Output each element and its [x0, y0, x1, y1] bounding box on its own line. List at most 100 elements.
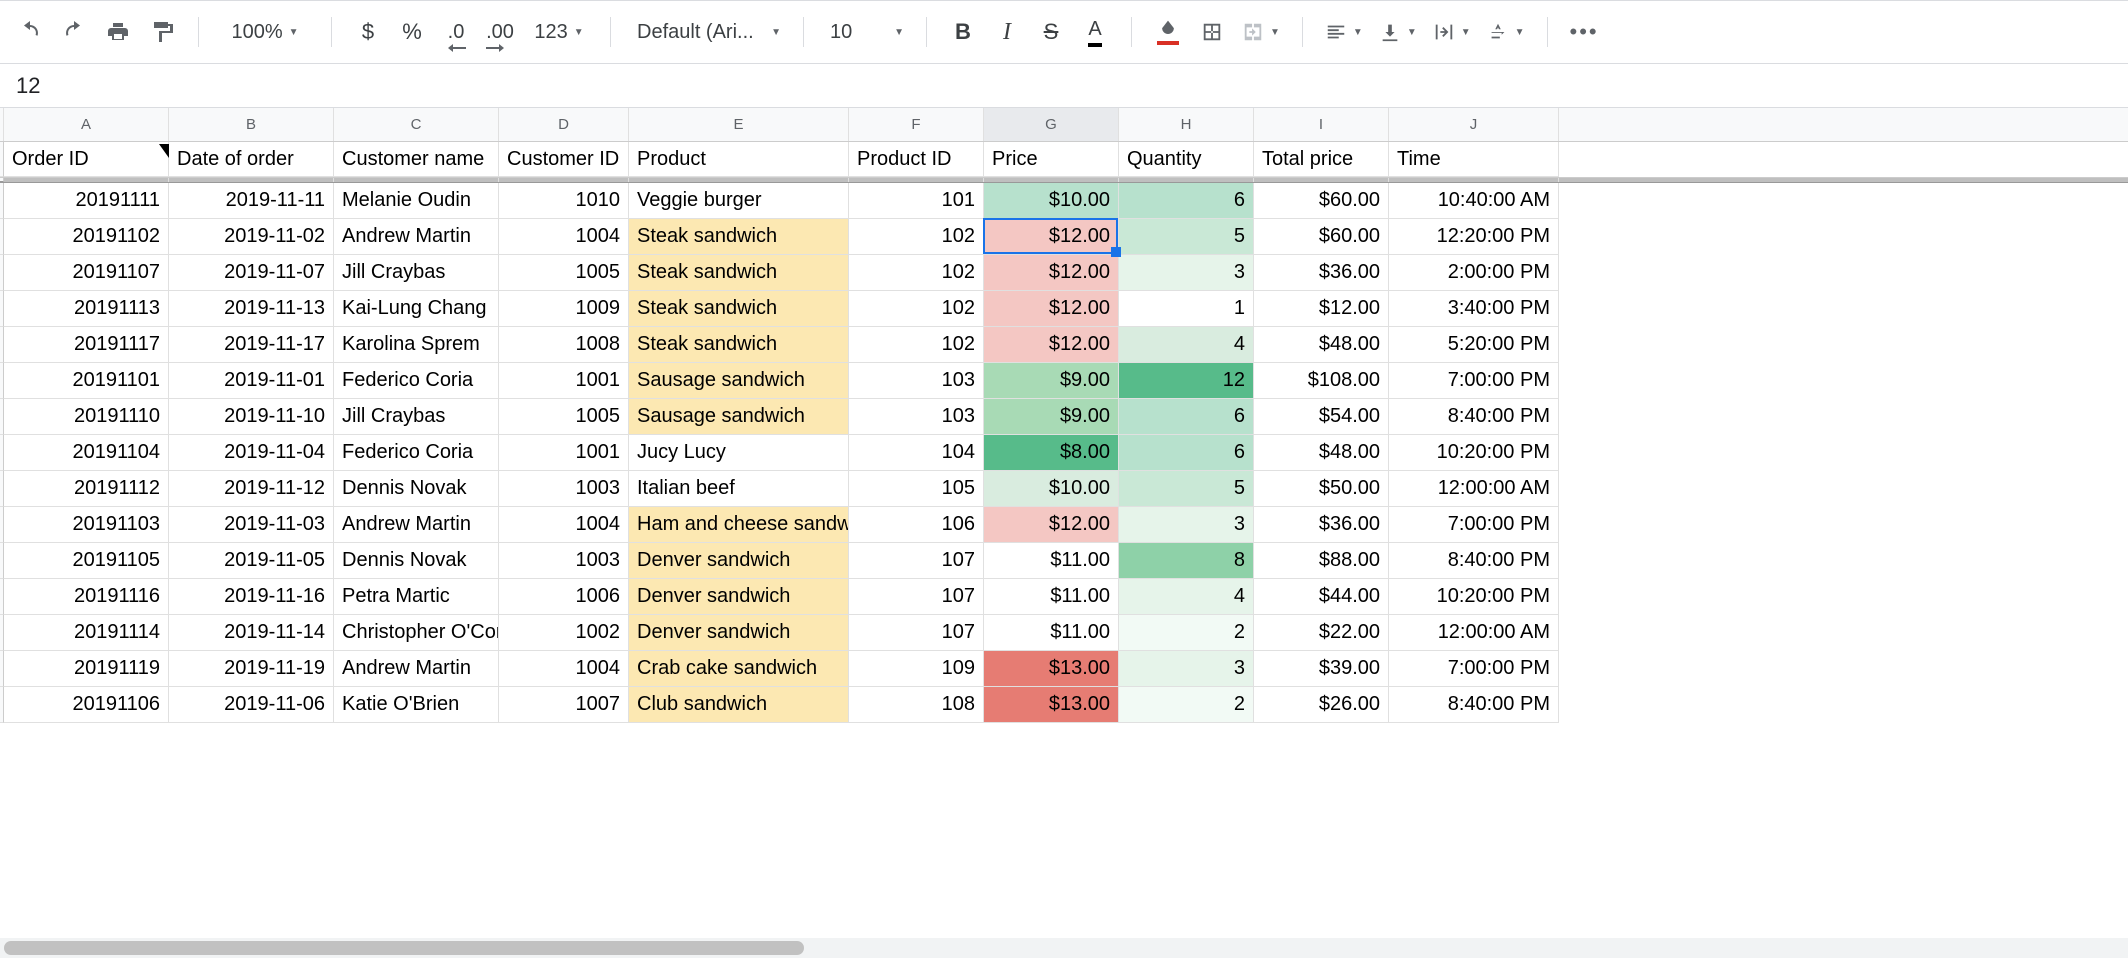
cell[interactable]: 5: [1119, 471, 1254, 507]
cell[interactable]: Steak sandwich: [629, 219, 849, 255]
cell[interactable]: 1004: [499, 219, 629, 255]
cell[interactable]: $44.00: [1254, 579, 1389, 615]
cell[interactable]: 7:00:00 PM: [1389, 651, 1559, 687]
cell[interactable]: 20191102: [4, 219, 169, 255]
table-row[interactable]: 201911032019-11-03Andrew Martin1004Ham a…: [0, 507, 2128, 543]
font-size-select[interactable]: 10 ▼: [820, 12, 910, 52]
cell[interactable]: $12.00: [984, 291, 1119, 327]
table-row[interactable]: 201911142019-11-14Christopher O'Connell1…: [0, 615, 2128, 651]
cell[interactable]: 20191110: [4, 399, 169, 435]
cell[interactable]: 7:00:00 PM: [1389, 363, 1559, 399]
cell[interactable]: $10.00: [984, 183, 1119, 219]
decrease-decimal-button[interactable]: .0: [436, 12, 476, 52]
table-row[interactable]: 201911192019-11-19Andrew Martin1004Crab …: [0, 651, 2128, 687]
cell[interactable]: 2019-11-02: [169, 219, 334, 255]
cell[interactable]: $12.00: [1254, 291, 1389, 327]
column-header-C[interactable]: C: [334, 108, 499, 141]
cell[interactable]: 1008: [499, 327, 629, 363]
cell[interactable]: 2019-11-05: [169, 543, 334, 579]
cell[interactable]: 102: [849, 291, 984, 327]
cell[interactable]: 2019-11-11: [169, 183, 334, 219]
cell[interactable]: 2019-11-13: [169, 291, 334, 327]
filter-indicator-icon[interactable]: [159, 144, 169, 158]
format-currency-button[interactable]: $: [348, 12, 388, 52]
table-row[interactable]: 201911052019-11-05Dennis Novak1003Denver…: [0, 543, 2128, 579]
vertical-align-button[interactable]: ▼: [1373, 12, 1423, 52]
cell[interactable]: Melanie Oudin: [334, 183, 499, 219]
cell[interactable]: $88.00: [1254, 543, 1389, 579]
cell[interactable]: 4: [1119, 579, 1254, 615]
header-cell[interactable]: Quantity: [1119, 142, 1254, 177]
cell[interactable]: 6: [1119, 399, 1254, 435]
cell[interactable]: Katie O'Brien: [334, 687, 499, 723]
cell[interactable]: 1007: [499, 687, 629, 723]
cell[interactable]: 108: [849, 687, 984, 723]
cell[interactable]: $12.00: [984, 219, 1119, 255]
cell[interactable]: 1001: [499, 435, 629, 471]
cell[interactable]: $54.00: [1254, 399, 1389, 435]
cell[interactable]: 107: [849, 615, 984, 651]
cell[interactable]: $108.00: [1254, 363, 1389, 399]
cell[interactable]: 5: [1119, 219, 1254, 255]
undo-button[interactable]: [10, 12, 50, 52]
cell[interactable]: 8:40:00 PM: [1389, 543, 1559, 579]
cell[interactable]: 1: [1119, 291, 1254, 327]
text-color-button[interactable]: A: [1075, 12, 1115, 52]
column-headers[interactable]: ABCDEFGHIJ: [0, 108, 2128, 142]
cell[interactable]: 3: [1119, 255, 1254, 291]
header-cell[interactable]: Order ID: [4, 142, 169, 177]
cell[interactable]: 1001: [499, 363, 629, 399]
header-cell[interactable]: Product ID: [849, 142, 984, 177]
cell[interactable]: Federico Coria: [334, 435, 499, 471]
cell[interactable]: $12.00: [984, 507, 1119, 543]
cell[interactable]: Federico Coria: [334, 363, 499, 399]
borders-button[interactable]: [1192, 12, 1232, 52]
cell[interactable]: $13.00: [984, 687, 1119, 723]
cell[interactable]: 2: [1119, 687, 1254, 723]
horizontal-align-button[interactable]: ▼: [1319, 12, 1369, 52]
text-rotation-button[interactable]: ▼: [1481, 12, 1531, 52]
cell[interactable]: 2: [1119, 615, 1254, 651]
column-header-J[interactable]: J: [1389, 108, 1559, 141]
cell[interactable]: 102: [849, 219, 984, 255]
formula-bar[interactable]: 12: [0, 64, 2128, 108]
cell[interactable]: 2019-11-12: [169, 471, 334, 507]
table-row[interactable]: 201911072019-11-07Jill Craybas1005Steak …: [0, 255, 2128, 291]
cell[interactable]: $60.00: [1254, 183, 1389, 219]
cell[interactable]: 6: [1119, 435, 1254, 471]
cell[interactable]: $39.00: [1254, 651, 1389, 687]
cell[interactable]: $36.00: [1254, 255, 1389, 291]
cell[interactable]: 3:40:00 PM: [1389, 291, 1559, 327]
table-row[interactable]: 201911022019-11-02Andrew Martin1004Steak…: [0, 219, 2128, 255]
cell[interactable]: Sausage sandwich: [629, 399, 849, 435]
table-row[interactable]: 201911172019-11-17Karolina Sprem1008Stea…: [0, 327, 2128, 363]
header-cell[interactable]: Date of order: [169, 142, 334, 177]
more-toolbar-button[interactable]: •••: [1564, 12, 1605, 52]
cell[interactable]: Crab cake sandwich: [629, 651, 849, 687]
cell[interactable]: 109: [849, 651, 984, 687]
cell[interactable]: 12:00:00 AM: [1389, 615, 1559, 651]
cell[interactable]: Steak sandwich: [629, 291, 849, 327]
cell[interactable]: 2019-11-03: [169, 507, 334, 543]
horizontal-scrollbar[interactable]: [0, 938, 2128, 958]
cell[interactable]: 20191101: [4, 363, 169, 399]
cell[interactable]: Sausage sandwich: [629, 363, 849, 399]
column-header-D[interactable]: D: [499, 108, 629, 141]
cell[interactable]: 20191119: [4, 651, 169, 687]
cell[interactable]: $26.00: [1254, 687, 1389, 723]
cell[interactable]: 101: [849, 183, 984, 219]
column-header-G[interactable]: G: [984, 108, 1119, 141]
cell[interactable]: 20191113: [4, 291, 169, 327]
scrollbar-thumb[interactable]: [4, 941, 804, 955]
cell[interactable]: $12.00: [984, 255, 1119, 291]
cell[interactable]: 1010: [499, 183, 629, 219]
cell[interactable]: 4: [1119, 327, 1254, 363]
column-header-H[interactable]: H: [1119, 108, 1254, 141]
cell[interactable]: 1003: [499, 471, 629, 507]
text-wrap-button[interactable]: ▼: [1427, 12, 1477, 52]
cell[interactable]: $11.00: [984, 615, 1119, 651]
cell[interactable]: Petra Martic: [334, 579, 499, 615]
cell[interactable]: Andrew Martin: [334, 219, 499, 255]
cell[interactable]: Ham and cheese sandwich: [629, 507, 849, 543]
cell[interactable]: $48.00: [1254, 327, 1389, 363]
